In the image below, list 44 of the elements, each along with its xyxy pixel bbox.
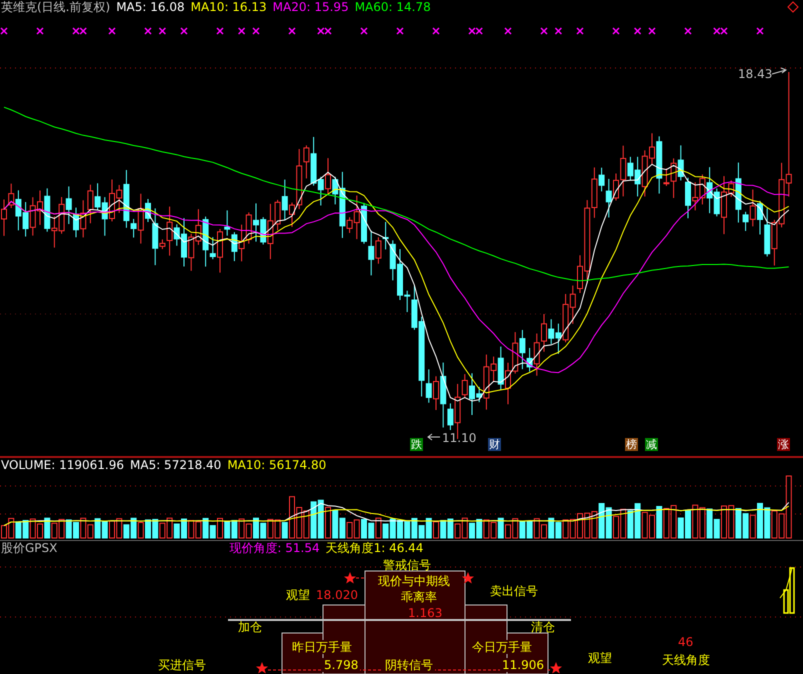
star-icon xyxy=(256,662,268,674)
indicator-label: 观望 xyxy=(588,651,612,665)
indicator-label: 天线角度 xyxy=(662,653,710,667)
indicator-label: 18.020 xyxy=(316,588,358,602)
indicator-label: 现价与中期线 xyxy=(378,574,450,588)
leader-arrow xyxy=(427,434,440,440)
indicator-label: 买进信号 xyxy=(158,658,206,672)
event-tag[interactable]: 涨 xyxy=(777,438,790,451)
moving-average-legend: MA20: 15.95 xyxy=(272,0,349,14)
star-icon xyxy=(462,572,474,584)
indicator-label: 11.906 xyxy=(500,658,546,672)
indicator-label: 昨日万手量 xyxy=(290,640,354,654)
indicator-label: 5.798 xyxy=(322,658,360,672)
moving-average-legend: MA5: 16.08 xyxy=(116,0,185,14)
indicator-label: 加仓 xyxy=(238,620,262,634)
indicator-label: 警戒信号 xyxy=(383,558,431,572)
star-icon xyxy=(550,662,562,674)
diamond-icon[interactable] xyxy=(787,1,799,13)
event-tag[interactable]: 跌 xyxy=(410,438,423,451)
indicator-legend: 天线角度1: 46.44 xyxy=(326,540,424,557)
indicator-label: 1.163 xyxy=(408,606,442,620)
volume-legend: MA10: 56174.80 xyxy=(227,458,326,472)
event-tag[interactable]: 财 xyxy=(488,438,501,451)
indicator-label: 观望 xyxy=(286,588,310,602)
leader-arrow xyxy=(772,68,788,74)
volume-legend: MA5: 57218.40 xyxy=(130,458,222,472)
moving-average-legend: MA10: 16.13 xyxy=(190,0,267,14)
indicator-label: 今日万手量 xyxy=(470,640,534,654)
moving-average-legend: MA60: 14.78 xyxy=(354,0,431,14)
stock-title: 英维克(日线.前复权) xyxy=(1,0,110,14)
star-icon xyxy=(344,572,356,584)
indicator-label: 清仓 xyxy=(531,620,555,634)
indicator-label: 阴转信号 xyxy=(383,658,435,672)
volume-legend: VOLUME: 119061.96 xyxy=(1,458,124,472)
event-tag[interactable]: 榜 xyxy=(625,438,638,451)
indicator-legend: 现价角度: 51.54 xyxy=(229,540,320,557)
indicator-label: 乖离率 xyxy=(401,590,437,604)
angle-bars-drawing xyxy=(780,567,795,614)
indicator-label: 46 xyxy=(678,635,694,649)
indicator-name: 股价GPSX xyxy=(1,540,58,557)
high-price-label: 18.43 xyxy=(738,67,772,81)
indicator-label: 卖出信号 xyxy=(490,584,538,598)
event-tag[interactable]: 减 xyxy=(645,438,658,451)
low-price-label: 11.10 xyxy=(442,431,476,445)
